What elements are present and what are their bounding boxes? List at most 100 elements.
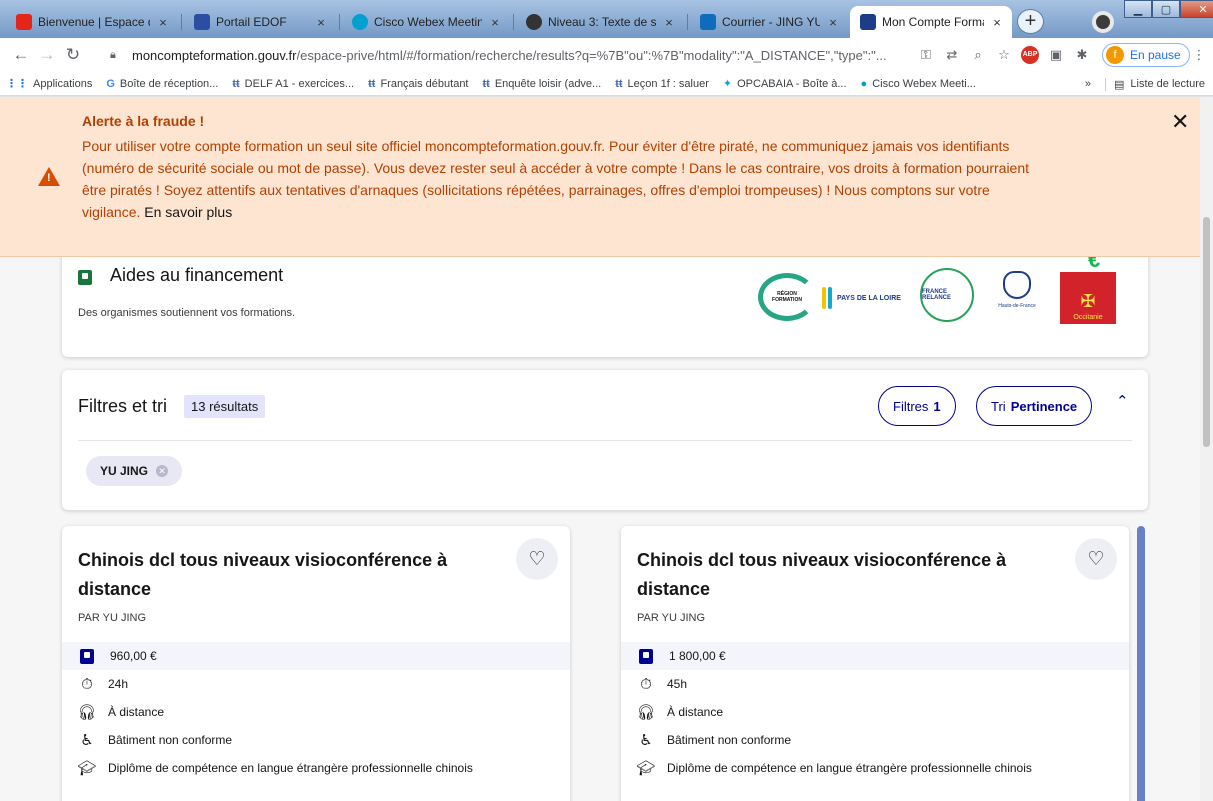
certification-value: Diplôme de compétence en langue étrangèr… [108,761,473,775]
price-value: 1 800,00 € [669,649,726,663]
fraud-alert: ! Alerte à la fraude ! Pour utiliser vot… [0,97,1200,257]
profile-status: En pause [1130,48,1181,62]
result-card[interactable]: Chinois dcl tous niveaux visioconférence… [62,526,570,801]
bienvenue-favicon-icon [16,14,32,30]
price-row: 1 800,00 € [621,642,1129,670]
url-path: /espace-prive/html/#/formation/recherche… [296,47,887,63]
page-content: Aides au financement Des organismes sout… [0,97,1213,801]
close-icon[interactable]: × [156,15,170,30]
close-icon[interactable]: × [990,15,1004,30]
translate-icon[interactable]: ⇄ [943,46,961,64]
window-close-button[interactable]: ✕ [1180,0,1213,18]
key-icon[interactable]: ⚿ [917,46,935,64]
close-icon[interactable]: × [826,15,840,30]
close-icon[interactable]: × [488,15,502,30]
wheelchair-icon: ♿︎ [80,732,94,749]
accessibility-value: Bâtiment non conforme [667,733,792,747]
price-value: 960,00 € [110,649,157,663]
learn-more-link[interactable]: En savoir plus [144,204,232,220]
duration-row: ⏱ 45h [621,670,1129,698]
favorite-heart-icon[interactable]: ♡ [1075,538,1117,580]
accessibility-row: ♿︎ Bâtiment non conforme [621,726,1129,754]
result-title[interactable]: Chinois dcl tous niveaux visioconférence… [637,546,1037,604]
forward-arrow-icon[interactable]: → [34,45,60,65]
bookmark-label: Applications [33,77,93,90]
bookmarks-overflow-icon[interactable]: » [1085,78,1091,90]
tab-title: Courrier - JING YU - Ou [722,15,820,29]
url-host: moncompteformation.gouv.fr [132,47,297,63]
close-alert-icon[interactable]: ✕ [1171,109,1189,135]
tab-title: Bienvenue | Espace des [38,15,150,29]
filters-button-count: 1 [933,398,941,414]
puzzle-icon[interactable]: ✱ [1073,46,1091,64]
funding-icon [78,270,92,285]
page-scrollbar[interactable] [1200,97,1213,801]
remove-tag-icon[interactable]: ✕ [156,465,169,477]
hauts-de-france-logo: Hauts-de-France [992,271,1042,327]
address-bar[interactable]: 🔒︎ moncompteformation.gouv.fr /espace-pr… [110,43,910,67]
chevron-up-icon[interactable]: ⌃ [1116,392,1129,410]
occitanie-logo: ✠ Occitanie [1060,272,1116,324]
logo-text: PAYS DE LA LOIRE [837,294,901,302]
filters-button[interactable]: Filtres 1 [878,386,956,426]
graduation-cap-icon: 🎓︎ [636,760,656,777]
bookmark-enquete[interactable]: ŧŧ Enquête loisir (adve... [483,78,602,90]
duration-value: 45h [667,677,688,691]
close-icon[interactable]: × [662,15,676,30]
result-card[interactable]: Chinois dcl tous niveaux visioconférence… [621,526,1145,801]
bookmark-delf[interactable]: ŧŧ DELF A1 - exercices... [232,78,354,90]
tab-mon-compte-formation[interactable]: Mon Compte Formation × [850,6,1012,38]
tab-bienvenue[interactable]: Bienvenue | Espace des × [6,6,178,38]
tab-cisco-webex[interactable]: Cisco Webex Meetings × [342,6,510,38]
filter-tag[interactable]: YU JING ✕ [86,456,183,486]
bookmarks-bar: ⋮⋮ Applications G Boîte de réception... … [0,72,1213,96]
profile-menu-icon[interactable] [1092,11,1114,33]
reading-list-label[interactable]: Liste de lecture [1130,78,1205,90]
certification-row: 🎓︎ Diplôme de compétence en langue étran… [621,754,1129,782]
favorite-heart-icon[interactable]: ♡ [516,538,558,580]
bookmark-label: OPCABAIA - Boîte à... [737,77,847,90]
region-formation-logo: RÉGION FORMATION [758,273,816,321]
bookmark-label: Leçon 1f : saluer [627,77,709,90]
tab-niveau-3[interactable]: Niveau 3: Texte de synt × [516,6,684,38]
scrollbar-thumb[interactable] [1203,217,1210,447]
bookmark-francais[interactable]: ŧŧ Français débutant [368,78,468,90]
bookmark-gmail[interactable]: G Boîte de réception... [106,78,218,90]
mcf-favicon-icon [860,14,876,30]
outlook-favicon-icon [700,14,716,30]
bookmark-applications[interactable]: ⋮⋮ Applications [6,77,93,91]
stopwatch-icon: ⏱ [81,675,93,693]
zoom-icon[interactable]: ⌕ [969,46,987,64]
webex-favicon-icon [352,14,368,30]
tab-portail-edof[interactable]: Portail EDOF × [184,6,336,38]
adblock-icon[interactable]: ABP [1021,46,1039,64]
close-icon[interactable]: × [314,15,328,30]
result-title[interactable]: Chinois dcl tous niveaux visioconférence… [78,546,478,604]
divider [78,440,1132,441]
webex-icon: ● [860,77,868,90]
new-tab-button[interactable]: + [1017,9,1044,34]
reading-list-icon[interactable]: ▤ [1104,77,1124,91]
price-tag-icon [639,648,653,664]
back-arrow-icon[interactable]: ← [8,45,34,65]
alert-body: Pour utiliser votre compte formation un … [82,135,1042,223]
sort-button[interactable]: Tri Pertinence [976,386,1093,426]
filters-title: Filtres et tri [78,396,168,416]
extension-icon[interactable]: ▣ [1047,46,1065,64]
reload-icon[interactable]: ↻ [60,45,86,65]
maximize-button[interactable]: ▢ [1152,0,1180,18]
bookmark-star-icon[interactable]: ☆ [995,46,1013,64]
bookmark-webex[interactable]: ● Cisco Webex Meeti... [861,78,976,90]
tab-courrier[interactable]: Courrier - JING YU - Ou × [690,6,848,38]
bookmark-label: DELF A1 - exercices... [244,77,355,90]
menu-kebab-icon[interactable]: ⋮ [1190,46,1208,64]
bookmark-lecon[interactable]: ŧŧ Leçon 1f : saluer [615,78,709,90]
scroll-edge [1137,526,1145,801]
minimize-button[interactable]: ▁ [1124,0,1152,18]
pays-de-la-loire-logo: PAYS DE LA LOIRE [822,283,906,313]
bookmark-opcabaia[interactable]: ✦ OPCABAIA - Boîte à... [723,77,847,91]
profile-pause-button[interactable]: f En pause [1102,43,1190,67]
duration-row: ⏱ 24h [62,670,570,698]
bookmark-label: Français débutant [380,77,469,90]
niveau-favicon-icon [526,14,542,30]
